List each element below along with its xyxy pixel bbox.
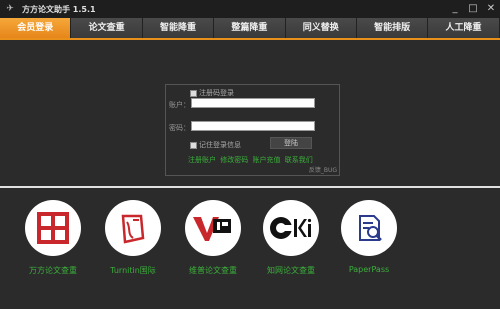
remember-login-option[interactable]: 记住登录信息 [190,140,241,150]
service-label: 维普论文查重 [189,266,237,275]
service-vip[interactable]: 维普论文查重 [173,200,253,276]
tab-smart-reduce[interactable]: 智能降重 [142,18,215,38]
register-code-label: 注册码登录 [199,89,234,97]
password-input[interactable] [191,121,315,131]
register-code-login-option[interactable]: 注册码登录 [190,88,234,98]
register-account-link[interactable]: 注册账户 [188,156,216,164]
tab-synonym-replace[interactable]: 同义替换 [285,18,357,38]
window-controls: _ □ ✕ [446,0,500,18]
feedback-link[interactable]: 反馈_BUG [309,165,337,174]
remember-label: 记住登录信息 [199,141,241,149]
tab-member-login[interactable]: 会员登录 [0,18,72,38]
service-wanfang[interactable]: 万方论文查重 [13,200,93,276]
login-panel: 注册码登录 账户： 密码： 记住登录信息 登陆 注册账户 修改密码 账户充值 联… [165,84,340,176]
paperpass-logo-icon[interactable] [341,200,397,256]
service-label: Turnitin国际 [110,266,156,275]
divider [0,186,500,188]
account-label: 账户： [169,101,190,109]
service-list: 万方论文查重 Turnitin国际 维普论文查重 知网论文查重 PaperPas… [0,200,500,300]
tab-bar: 会员登录 论文查重 智能降重 整篇降重 同义替换 智能排版 人工降重 [0,18,500,40]
service-paperpass[interactable]: PaperPass [329,200,409,274]
maximize-button[interactable]: □ [464,0,482,18]
account-input[interactable] [191,98,315,108]
change-password-link[interactable]: 修改密码 [220,156,248,164]
close-button[interactable]: ✕ [482,0,500,18]
tab-smart-layout[interactable]: 智能排版 [356,18,429,38]
service-cnki[interactable]: 知网论文查重 [251,200,331,276]
service-label: 知网论文查重 [267,266,315,275]
password-label: 密码： [169,124,190,132]
login-button[interactable]: 登陆 [270,137,312,149]
wanfang-logo-icon[interactable] [25,200,81,256]
contact-us-link[interactable]: 联系我们 [285,156,313,164]
vip-logo-icon[interactable] [185,200,241,256]
minimize-button[interactable]: _ [446,0,464,18]
recharge-account-link[interactable]: 账户充值 [252,156,280,164]
tab-paper-check[interactable]: 论文查重 [71,18,143,38]
turnitin-logo-icon[interactable] [105,200,161,256]
tab-manual-reduce[interactable]: 人工降重 [428,18,500,38]
service-turnitin[interactable]: Turnitin国际 [93,200,173,276]
title-bar: ✈ 方方论文助手 1.5.1 _ □ ✕ [0,0,500,18]
cnki-logo-icon[interactable] [263,200,319,256]
tab-full-reduce[interactable]: 整篇降重 [214,18,286,38]
register-code-checkbox[interactable] [190,89,197,97]
app-icon: ✈ [6,4,14,14]
account-links: 注册账户 修改密码 账户充值 联系我们 [188,155,315,165]
window-title: 方方论文助手 1.5.1 [22,4,96,14]
service-label: 万方论文查重 [29,266,77,275]
remember-checkbox[interactable] [190,141,197,149]
service-label: PaperPass [348,265,390,274]
